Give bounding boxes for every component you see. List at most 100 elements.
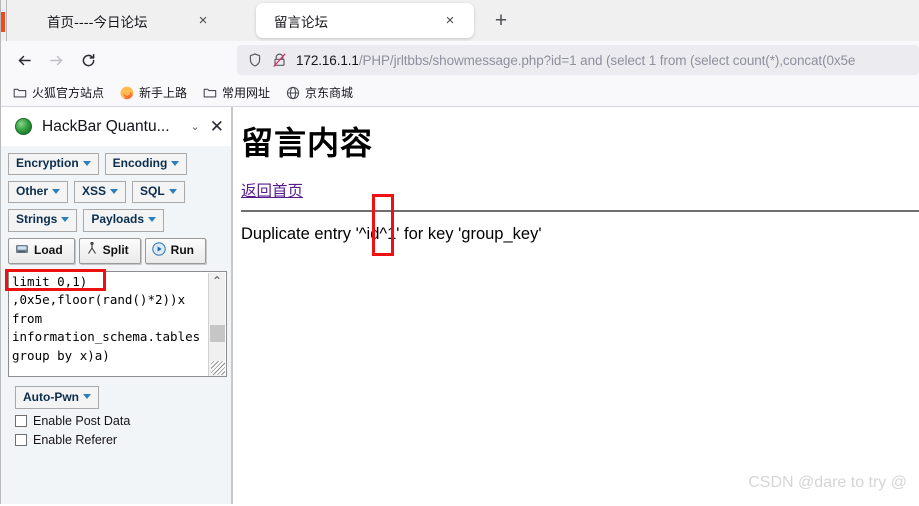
forward-arrow-icon[interactable] [40, 45, 72, 75]
bookmark-label: 新手上路 [139, 86, 188, 100]
scroll-up-icon[interactable]: ⌃ [212, 273, 222, 289]
watermark: CSDN @dare to try @ [748, 474, 907, 491]
reload-icon[interactable] [72, 45, 104, 75]
encryption-label: Encryption [16, 156, 79, 170]
url-path: /PHP/jrltbbs/showmessage.php?id=1 and (s… [358, 52, 856, 68]
strings-label: Strings [16, 212, 58, 227]
checkbox-box[interactable] [15, 433, 27, 446]
shield-icon[interactable] [247, 52, 263, 68]
split-label: Split [102, 243, 129, 258]
sql-line: limit 0,1) [12, 273, 88, 289]
other-label: Other [16, 184, 49, 199]
sql-line: group by x)a) [12, 347, 110, 363]
auto-pwn-label: Auto-Pwn [23, 389, 79, 404]
browser-window: 首页----今日论坛 × 留言论坛 × + 172.16.1.1/PHP/jrl… [0, 0, 919, 506]
back-arrow-icon[interactable] [8, 45, 40, 75]
hackbar-footer: Auto-Pwn Enable Post Data Enable Referer [8, 377, 232, 447]
bookmark-label: 常用网址 [222, 86, 271, 100]
hackbar-logo-icon [15, 118, 32, 135]
hackbar-actions: Load Split Run [8, 237, 232, 264]
url-bar[interactable]: 172.16.1.1/PHP/jrltbbs/showmessage.php?i… [237, 45, 919, 75]
split-icon [86, 241, 98, 258]
content-area: HackBar Quantu... ⌄ ✕ Encryption Encodin… [0, 0, 919, 504]
xss-label: XSS [82, 184, 107, 199]
load-label: Load [34, 243, 63, 258]
tab-close-icon[interactable]: × [195, 12, 211, 29]
sql-payload-textarea[interactable]: limit 0,1) ,0x5e,floor(rand()*2))x from … [8, 270, 227, 377]
encoding-label: Encoding [112, 156, 168, 170]
bookmarks-toolbar: 火狐官方站点 新手上路 常用网址 京东商城 [0, 79, 919, 107]
close-icon[interactable]: ✕ [210, 117, 224, 137]
chevron-down-icon [148, 217, 157, 223]
chevron-down-icon [52, 189, 61, 195]
chevron-down-icon [83, 394, 91, 400]
hackbar-sidebar: HackBar Quantu... ⌄ ✕ Encryption Encodin… [0, 107, 233, 504]
tab-close-icon[interactable]: × [442, 12, 458, 29]
sql-line: ,0x5e,floor(rand()*2))x [12, 292, 186, 308]
split-button[interactable]: Split [78, 237, 141, 264]
firefox-icon [120, 86, 134, 100]
chevron-down-icon [168, 189, 177, 195]
tab-strip: 首页----今日论坛 × 留言论坛 × + [0, 0, 919, 41]
sql-textarea-wrapper: limit 0,1) ,0x5e,floor(rand()*2))x from … [5, 268, 227, 377]
run-button[interactable]: Run [144, 237, 206, 264]
hackbar-controls: Encryption Encoding Other XSS SQL String… [1, 146, 232, 447]
checkbox-box[interactable] [15, 414, 27, 427]
hackbar-row-3: Strings Payloads [8, 209, 232, 232]
folder-icon [13, 86, 27, 100]
run-icon [151, 241, 166, 259]
sql-label: SQL [140, 184, 165, 199]
hackbar-row-1: Encryption Encoding [8, 153, 232, 176]
navigation-toolbar: 172.16.1.1/PHP/jrltbbs/showmessage.php?i… [0, 41, 919, 79]
checkbox-label: Enable Referer [33, 432, 118, 447]
tab-title: 留言论坛 [274, 14, 328, 31]
payloads-label: Payloads [91, 212, 145, 227]
chevron-down-icon [61, 217, 70, 223]
page-title: 留言内容 [241, 124, 374, 162]
encryption-button[interactable]: Encryption [8, 153, 99, 176]
payloads-button[interactable]: Payloads [83, 209, 165, 232]
chevron-down-icon [82, 161, 91, 167]
scrollbar-thumb[interactable] [210, 324, 225, 342]
bookmark-firefox-official[interactable]: 火狐官方站点 [13, 84, 104, 101]
folder-icon [203, 86, 217, 100]
chevron-down-icon[interactable]: ⌄ [191, 120, 200, 133]
tab-title: 首页----今日论坛 [47, 14, 148, 31]
xss-button[interactable]: XSS [74, 181, 127, 204]
sql-line: information_schema.tables [12, 329, 201, 345]
bookmark-common-sites[interactable]: 常用网址 [203, 84, 270, 101]
tab-message-forum[interactable]: 留言论坛 × [256, 3, 474, 38]
web-page: 留言内容 返回首页 Duplicate entry '^id^1' for ke… [233, 107, 919, 504]
enable-post-data-checkbox[interactable]: Enable Post Data [15, 414, 232, 428]
sql-line: from [12, 310, 43, 326]
bookmark-jd-mall[interactable]: 京东商城 [286, 84, 353, 101]
globe-icon [286, 86, 300, 100]
enable-referer-checkbox[interactable]: Enable Referer [15, 433, 232, 447]
bookmark-new-user[interactable]: 新手上路 [120, 84, 187, 101]
new-tab-button[interactable]: + [490, 10, 512, 33]
url-text: 172.16.1.1/PHP/jrltbbs/showmessage.php?i… [296, 53, 855, 68]
resize-grip-icon[interactable] [211, 360, 225, 375]
broken-lock-icon[interactable] [272, 52, 287, 68]
load-button[interactable]: Load [8, 237, 75, 264]
strings-button[interactable]: Strings [8, 209, 78, 232]
back-to-home-link[interactable]: 返回首页 [241, 179, 303, 201]
sidebar-header: HackBar Quantu... ⌄ ✕ [1, 107, 232, 146]
sidebar-title: HackBar Quantu... [42, 117, 170, 135]
chevron-down-icon [171, 161, 180, 167]
encoding-button[interactable]: Encoding [104, 153, 188, 176]
horizontal-rule [241, 210, 919, 212]
tab-home-forum[interactable]: 首页----今日论坛 × [0, 0, 237, 41]
bookmark-label: 京东商城 [305, 86, 354, 100]
sql-button[interactable]: SQL [132, 181, 185, 204]
checkbox-label: Enable Post Data [33, 413, 131, 428]
other-button[interactable]: Other [8, 181, 69, 204]
bookmark-label: 火狐官方站点 [32, 86, 105, 100]
url-host: 172.16.1.1 [296, 52, 359, 68]
hackbar-row-2: Other XSS SQL [8, 181, 232, 204]
sql-error-message: Duplicate entry '^id^1' for key 'group_k… [241, 225, 542, 243]
chevron-down-icon [110, 189, 119, 195]
run-label: Run [170, 243, 194, 258]
auto-pwn-button[interactable]: Auto-Pwn [15, 385, 99, 409]
load-icon [15, 243, 29, 258]
